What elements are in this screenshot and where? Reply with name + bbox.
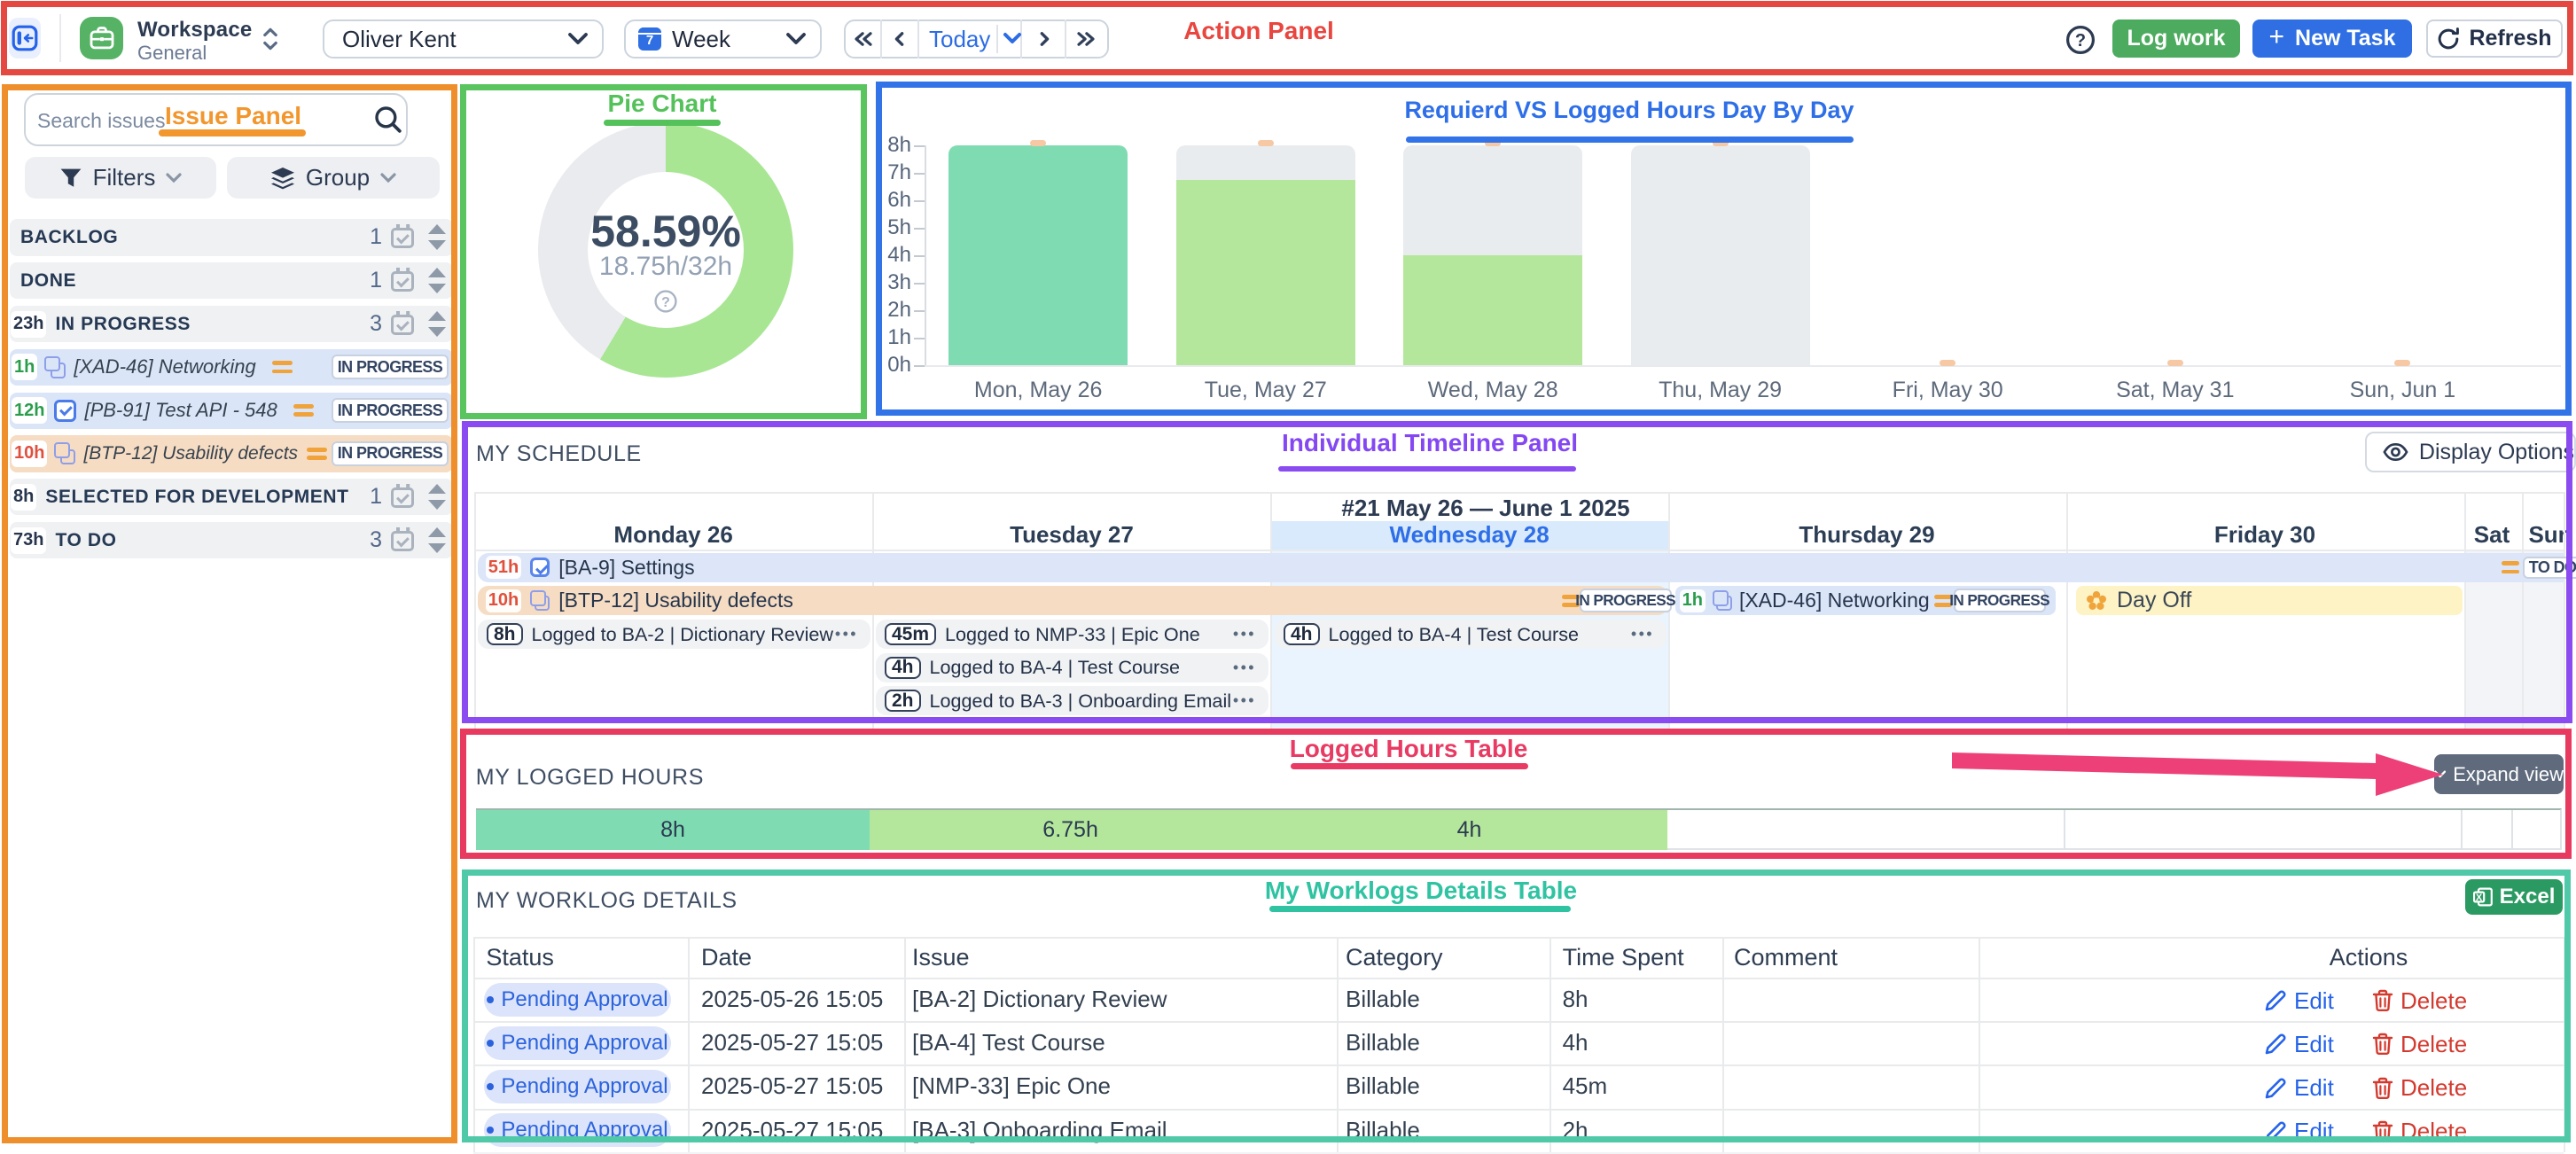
svg-text:X: X	[2476, 893, 2483, 903]
svg-text:?: ?	[661, 295, 670, 310]
svg-text:?: ?	[2075, 31, 2086, 51]
